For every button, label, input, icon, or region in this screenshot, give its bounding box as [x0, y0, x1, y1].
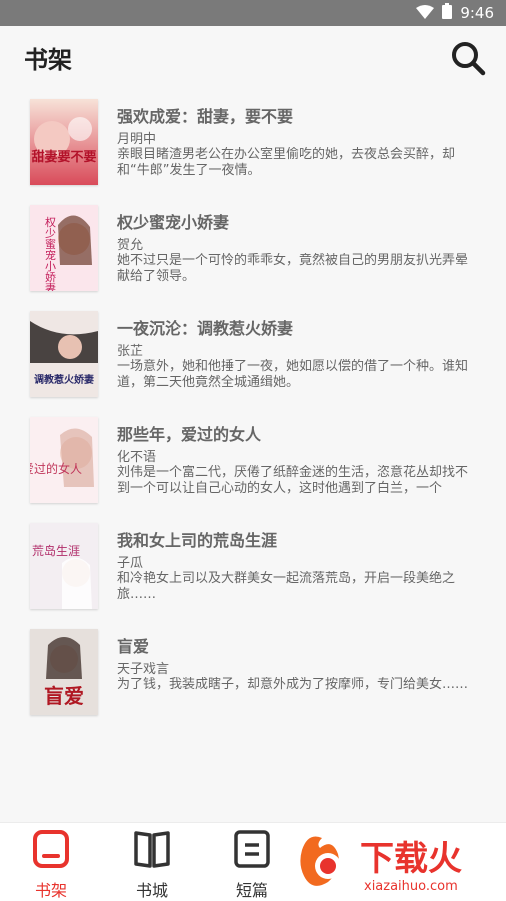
book-author: 天子戏言: [117, 662, 170, 677]
cover-title: 爱过的女人: [30, 461, 82, 476]
book-author: 化不语: [117, 450, 157, 465]
status-time: 9:46: [460, 4, 494, 22]
battery-icon: [442, 3, 453, 23]
book-cover[interactable]: 爱过的女人: [30, 417, 98, 503]
book-title: 那些年，爱过的女人: [117, 425, 262, 444]
book-title: 盲爱: [117, 637, 150, 656]
book-cover[interactable]: 调教惹火娇妻: [30, 311, 98, 397]
wifi-icon: [416, 4, 435, 23]
book-title: 一夜沉沦：调教惹火娇妻: [117, 319, 294, 338]
book-description: 为了钱，我装成瞎子，却意外成为了按摩师，专门给美女……: [117, 677, 469, 692]
status-bar: 9:46: [0, 0, 506, 26]
search-icon: [452, 42, 486, 76]
book-item[interactable]: 荒岛生涯 我和女上司的荒岛生涯 子瓜 和冷艳女上司以及大群美女一起流落荒岛，开启…: [0, 519, 506, 625]
watermark-logo: 下载火 xiazaihuo.com: [298, 830, 504, 896]
book-item[interactable]: 权少蜜宠小娇妻 权少蜜宠小娇妻 贺允 她不过只是一个可怜的乖乖女，竟然被自己的男…: [0, 201, 506, 307]
watermark-brand: 下载火: [360, 839, 462, 879]
book-author: 贺允: [117, 238, 144, 253]
book-title: 权少蜜宠小娇妻: [117, 213, 230, 232]
book-item[interactable]: 调教惹火娇妻 一夜沉沦：调教惹火娇妻 张芷 一场意外，她和他捶了一夜，她如愿以偿…: [0, 307, 506, 413]
book-description: 她不过只是一个可怜的乖乖女，竟然被自己的男朋友扒光弄晕献给了领导。: [117, 253, 469, 284]
cover-title: 调教惹火娇妻: [34, 373, 94, 386]
book-cover[interactable]: 甜妻要不要: [30, 99, 98, 185]
book-author: 张芷: [117, 344, 144, 359]
book-description: 刘伟是一个富二代，厌倦了纸醉金迷的生活，恣意花丛却找不到一个可以让自己心动的女人…: [117, 465, 469, 496]
book-item[interactable]: 爱过的女人 那些年，爱过的女人 化不语 刘伟是一个富二代，厌倦了纸醉金迷的生活，…: [0, 413, 506, 519]
watermark-url: xiazaihuo.com: [364, 879, 458, 894]
tab-label: 书架: [34, 881, 67, 900]
cover-title: 甜妻要不要: [31, 149, 96, 165]
tab-label: 短篇: [235, 881, 268, 900]
book-item[interactable]: 盲爱 盲爱 天子戏言 为了钱，我装成瞎子，却意外成为了按摩师，专门给美女……: [0, 625, 506, 731]
short-story-icon: [234, 830, 270, 868]
page-title: 书架: [24, 46, 72, 74]
book-description: 一场意外，她和他捶了一夜，她如愿以偿的借了一个种。谁知道，第二天他竟然全城通缉她…: [117, 359, 469, 390]
tab-label: 书城: [135, 881, 168, 900]
search-button[interactable]: [450, 40, 486, 76]
cover-title: 权少蜜宠小娇妻: [44, 216, 57, 291]
app-header: 书架: [0, 26, 506, 90]
tab-bookstore[interactable]: 书城: [122, 829, 182, 900]
book-description: 和冷艳女上司以及大群美女一起流落荒岛，开启一段美绝之旅……: [117, 571, 456, 602]
book-description: 亲眼目睹渣男老公在办公室里偷吃的她，去夜总会买醉，却和“牛郎”发生了一夜情。: [117, 147, 456, 178]
tab-bookshelf[interactable]: 书架: [21, 829, 81, 900]
cover-title: 盲爱: [44, 684, 84, 708]
book-cover[interactable]: 荒岛生涯: [30, 523, 98, 609]
book-item[interactable]: 甜妻要不要 强欢成爱：甜妻，要不要 月明中 亲眼目睹渣男老公在办公室里偷吃的她，…: [0, 95, 506, 201]
book-cover[interactable]: 权少蜜宠小娇妻: [30, 205, 98, 291]
book-author: 子瓜: [117, 556, 144, 571]
book-title: 我和女上司的荒岛生涯: [117, 531, 278, 550]
book-list: 甜妻要不要 强欢成爱：甜妻，要不要 月明中 亲眼目睹渣男老公在办公室里偷吃的她，…: [0, 95, 506, 731]
tab-short-stories[interactable]: 短篇: [222, 829, 282, 900]
bookshelf-icon: [33, 830, 69, 868]
book-open-icon: [134, 831, 170, 868]
book-author: 月明中: [117, 132, 157, 147]
book-cover[interactable]: 盲爱: [30, 629, 98, 715]
cover-title: 荒岛生涯: [32, 543, 80, 558]
book-title: 强欢成爱：甜妻，要不要: [117, 107, 294, 126]
